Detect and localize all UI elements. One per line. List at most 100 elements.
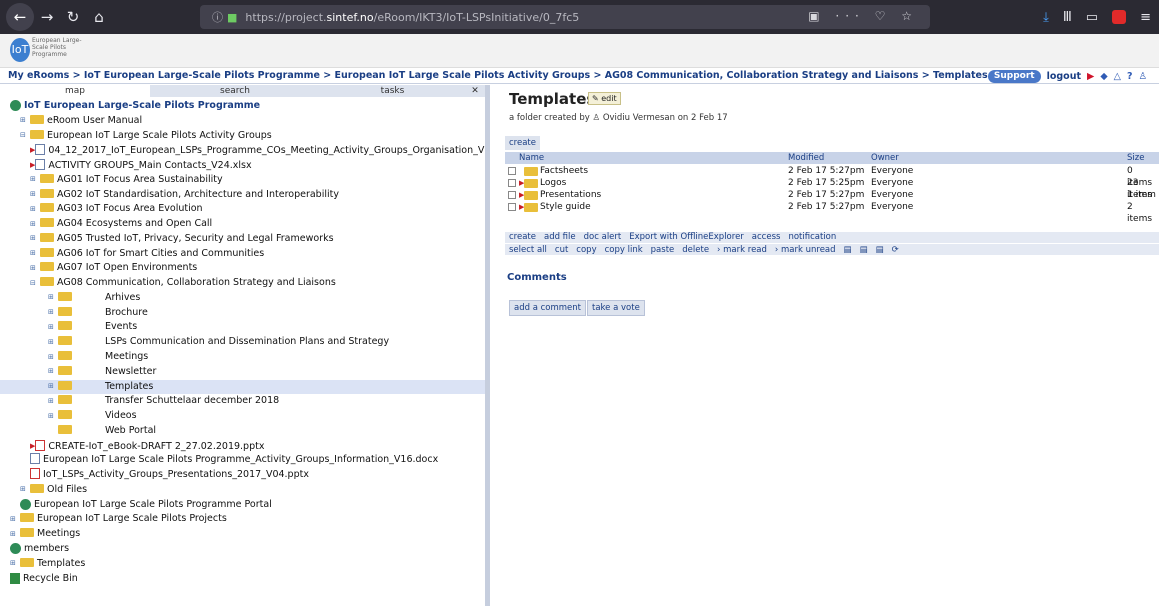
action-copy-link[interactable]: copy link: [605, 245, 643, 255]
action-notification[interactable]: notification: [788, 232, 836, 242]
action-export-with-offlineexplorer[interactable]: Export with OfflineExplorer: [629, 232, 744, 242]
expand-icon[interactable]: ⊞: [30, 205, 39, 213]
tree-item-label[interactable]: Events: [105, 321, 137, 332]
expand-icon[interactable]: ⊞: [48, 412, 57, 420]
tree-item-label[interactable]: ACTIVITY GROUPS_Main Contacts_V24.xlsx: [48, 160, 251, 171]
tree-item[interactable]: Web Portal: [0, 424, 485, 439]
tree-item[interactable]: Recycle Bin: [0, 572, 485, 587]
tree-item-label[interactable]: eRoom User Manual: [47, 115, 142, 126]
sidebar-icon[interactable]: ▭: [1086, 10, 1098, 25]
tree-item[interactable]: ⊟ European IoT Large Scale Pilots Activit…: [0, 129, 485, 144]
tab-map[interactable]: map: [0, 85, 150, 97]
tree-item[interactable]: ⊟ AG08 Communication, Collaboration Strat…: [0, 276, 485, 291]
list-view-icon[interactable]: ▤: [844, 245, 852, 255]
tree-item[interactable]: ⊞ Meetings: [0, 527, 485, 542]
library-icon[interactable]: Ⅲ: [1063, 10, 1072, 25]
tree-item[interactable]: ⊞ Old Files: [0, 483, 485, 498]
tree-item-label[interactable]: Brochure: [105, 307, 148, 318]
grid-view-icon[interactable]: ▤: [876, 245, 884, 255]
expand-icon[interactable]: ⊞: [48, 338, 57, 346]
tree-item-label[interactable]: Videos: [105, 410, 137, 421]
tree-item-label[interactable]: Arhives: [105, 292, 140, 303]
close-icon[interactable]: ✕: [465, 85, 485, 97]
expand-icon[interactable]: ⊞: [48, 397, 57, 405]
column-size[interactable]: Size: [1127, 152, 1144, 164]
expand-icon[interactable]: ⊞: [30, 175, 39, 183]
tree-item-label[interactable]: AG05 Trusted IoT, Privacy, Security and …: [57, 233, 334, 244]
action-paste[interactable]: paste: [651, 245, 675, 255]
tab-tasks[interactable]: tasks: [320, 85, 465, 97]
table-row[interactable]: Factsheets 2 Feb 17 5:27pm Everyone 0 items: [505, 165, 1159, 188]
breadcrumb[interactable]: My eRooms > IoT European Large-Scale Pil…: [0, 68, 1159, 84]
tree-item-label[interactable]: AG01 IoT Focus Area Sustainability: [57, 174, 223, 185]
forward-icon[interactable]: →: [34, 0, 60, 34]
row-checkbox[interactable]: [508, 191, 516, 199]
tree-item-label[interactable]: Templates: [37, 558, 85, 569]
tree-item[interactable]: ⊞ AG03 IoT Focus Area Evolution: [0, 202, 485, 217]
breadcrumb-text[interactable]: My eRooms > IoT European Large-Scale Pil…: [8, 70, 988, 81]
row-checkbox[interactable]: [508, 203, 516, 211]
expand-icon[interactable]: ⊞: [30, 249, 39, 257]
tree-item[interactable]: IoT_LSPs_Activity_Groups_Presentations_2…: [0, 468, 485, 483]
tree-item[interactable]: ⊞ LSPs Communication and Dissemination Pl…: [0, 335, 485, 350]
tab-search[interactable]: search: [150, 85, 320, 97]
action-create[interactable]: create: [509, 232, 536, 242]
expand-icon[interactable]: ⊞: [48, 323, 57, 331]
item-name[interactable]: Presentations: [540, 189, 601, 201]
add-comment-button[interactable]: add a comment: [509, 300, 586, 316]
tree-item[interactable]: ⊞ AG06 IoT for Smart Cities and Communiti…: [0, 247, 485, 262]
tree-item[interactable]: ⊞ Meetings: [0, 350, 485, 365]
tree-item[interactable]: ▶ CREATE-IoT_eBook-DRAFT 2_27.02.2019.ppt…: [0, 439, 485, 454]
back-icon[interactable]: ←: [6, 3, 34, 31]
tree-item-label[interactable]: Old Files: [47, 484, 87, 495]
action-copy[interactable]: copy: [576, 245, 596, 255]
action-mark-unread[interactable]: › mark unread: [775, 245, 836, 255]
column-name[interactable]: Name: [519, 152, 544, 164]
tree-item[interactable]: European IoT Large Scale Pilots Programm…: [0, 498, 485, 513]
refresh-icon[interactable]: ⟳: [892, 245, 899, 255]
edit-button[interactable]: ✎ edit: [588, 92, 621, 105]
create-tab[interactable]: create: [505, 136, 540, 150]
expand-icon[interactable]: ⊞: [48, 353, 57, 361]
table-row[interactable]: ▶ Style guide 2 Feb 17 5:27pm Everyone 2 ite…: [505, 201, 1159, 224]
extension-icon[interactable]: [1112, 10, 1127, 24]
tree-item-label[interactable]: AG08 Communication, Collaboration Strate…: [57, 277, 336, 288]
tree-item-label[interactable]: European IoT Large Scale Pilots Activity…: [47, 130, 272, 141]
tree-item[interactable]: IoT European Large-Scale Pilots Programm…: [0, 99, 485, 114]
collapse-icon[interactable]: ⊟: [20, 131, 29, 139]
page-actions-icons[interactable]: ▣ ··· ♡ ☆: [808, 9, 918, 23]
expand-icon[interactable]: ⊞: [10, 530, 19, 538]
info-icon[interactable]: ⓘ: [212, 9, 223, 25]
tree-item-label[interactable]: AG04 Ecosystems and Open Call: [57, 218, 212, 229]
tree-item[interactable]: ⊞ Transfer Schuttelaar december 2018: [0, 394, 485, 409]
collapse-icon[interactable]: ⊟: [30, 279, 39, 287]
action-select-all[interactable]: select all: [509, 245, 547, 255]
action-delete[interactable]: delete: [682, 245, 709, 255]
tree-item[interactable]: ⊞ Events: [0, 320, 485, 335]
tree-item[interactable]: ⊞ AG01 IoT Focus Area Sustainability: [0, 173, 485, 188]
column-owner[interactable]: Owner: [871, 152, 899, 164]
tree-item-label[interactable]: members: [24, 543, 69, 554]
tree-item[interactable]: European IoT Large Scale Pilots Programm…: [0, 453, 485, 468]
expand-icon[interactable]: ⊞: [20, 116, 29, 124]
tree-item-label[interactable]: Web Portal: [105, 425, 156, 436]
tree-item-label[interactable]: Recycle Bin: [23, 573, 78, 584]
tree-item[interactable]: ⊞ Arhives: [0, 291, 485, 306]
column-modified[interactable]: Modified: [788, 152, 824, 164]
expand-icon[interactable]: ⊞: [30, 234, 39, 242]
action-mark-read[interactable]: › mark read: [717, 245, 767, 255]
tree-item[interactable]: ▶ 04_12_2017_IoT_European_LSPs_Programme_…: [0, 143, 485, 158]
action-add-file[interactable]: add file: [544, 232, 576, 242]
tree-item-label[interactable]: European IoT Large Scale Pilots Programm…: [43, 454, 438, 465]
tree-item-label[interactable]: Transfer Schuttelaar december 2018: [105, 395, 279, 406]
flag-icon[interactable]: ▶: [1087, 71, 1094, 82]
tree-item[interactable]: ⊞ Videos: [0, 409, 485, 424]
expand-icon[interactable]: ⊞: [48, 367, 57, 375]
row-checkbox[interactable]: [508, 179, 516, 187]
tree-item-label[interactable]: 04_12_2017_IoT_European_LSPs_Programme_C…: [48, 145, 485, 156]
tree-item[interactable]: ⊞ AG05 Trusted IoT, Privacy, Security and…: [0, 232, 485, 247]
expand-icon[interactable]: ⊞: [30, 264, 39, 272]
row-checkbox[interactable]: [508, 167, 516, 175]
menu-icon[interactable]: ≡: [1140, 10, 1151, 25]
tag-icon[interactable]: ◆: [1100, 71, 1107, 82]
